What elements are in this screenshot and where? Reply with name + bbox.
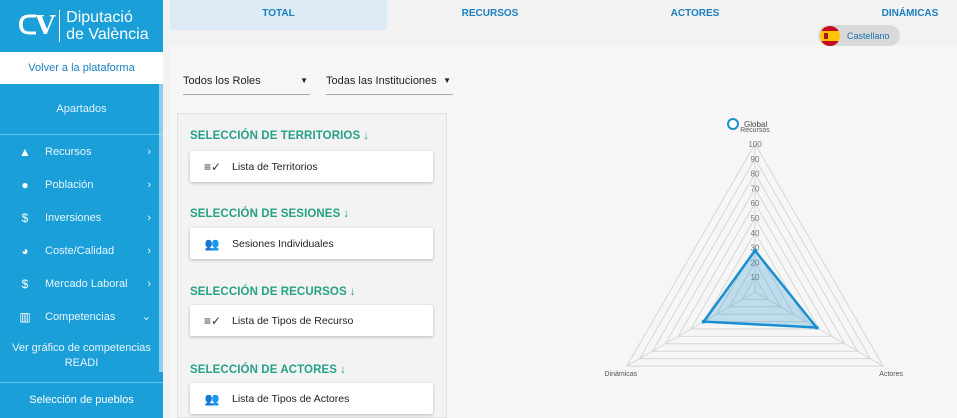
sidebar-item-mercado-laboral[interactable]: $ Mercado Laboral › xyxy=(0,267,163,300)
roles-select-value: Todos los Roles xyxy=(183,74,261,87)
axis-label: Recursos xyxy=(740,127,770,134)
chevron-icon: › xyxy=(147,244,151,257)
card-label: Sesiones Individuales xyxy=(232,237,334,250)
card-label: Lista de Tipos de Actores xyxy=(232,392,350,405)
card-label: Lista de Tipos de Recurso xyxy=(232,314,354,327)
arrow-down-icon: ↓ xyxy=(343,208,350,220)
tick-label: 100 xyxy=(748,140,762,149)
pie-chart-icon: ◕ xyxy=(21,243,29,258)
sidebar-item-label: Recursos xyxy=(45,145,92,158)
tab-total[interactable]: TOTAL xyxy=(170,0,387,30)
back-to-platform-button[interactable]: Volver a la plataforma xyxy=(0,52,163,84)
logo-line-2: de València xyxy=(66,26,149,43)
territories-list-button[interactable]: ≡✓ Lista de Territorios xyxy=(190,151,433,182)
people-outline-icon: 👥 xyxy=(204,236,220,251)
tick-label: 80 xyxy=(751,170,760,179)
arrow-down-icon: ↓ xyxy=(340,364,346,376)
dropdown-arrow-icon: ▼ xyxy=(443,76,451,85)
data-point xyxy=(701,319,706,324)
people-icon: 👥 xyxy=(204,391,220,406)
institutions-select[interactable]: Todas las Instituciones ▼ xyxy=(326,67,453,95)
sidebar-item-poblaci-n[interactable]: ● Población › xyxy=(0,168,163,201)
sidebar-item-label: Inversiones xyxy=(45,211,102,224)
data-point xyxy=(814,325,819,330)
tab-recursos[interactable]: RECURSOS xyxy=(430,0,550,30)
sidebar-item-recursos[interactable]: ▲ Recursos › xyxy=(0,135,163,168)
arrow-down-icon: ↓ xyxy=(363,130,370,142)
logo-mark: ᑕV xyxy=(18,11,55,41)
sidebar-item-competencias[interactable]: ▥ Competencias ⌄ xyxy=(0,300,163,333)
institutions-select-value: Todas las Instituciones xyxy=(326,74,437,87)
checklist-icon: ≡✓ xyxy=(204,313,222,328)
radar-chart: 102030405060708090100RecursosActoresDiná… xyxy=(604,127,903,378)
logo-separator xyxy=(59,10,61,42)
logo-name: Diputació de València xyxy=(66,9,148,43)
sidebar-item-label: Competencias xyxy=(45,310,116,323)
tab-actores[interactable]: ACTORES xyxy=(635,0,755,30)
sidebar-item-label: Coste/Calidad xyxy=(45,244,115,257)
dropdown-arrow-icon: ▼ xyxy=(300,76,308,85)
sidebar-item-label: Mercado Laboral xyxy=(45,277,128,290)
chevron-icon: › xyxy=(147,178,151,191)
person-icon: ● xyxy=(21,177,29,192)
individual-sessions-button[interactable]: 👥 Sesiones Individuales xyxy=(190,228,433,259)
selection-panel: SELECCIÓN DE TERRITORIOS ↓ ≡✓ Lista de Te… xyxy=(177,113,447,418)
sidebar-scrollbar[interactable] xyxy=(159,52,163,372)
resources-title[interactable]: SELECCIÓN DE RECURSOS ↓ xyxy=(190,286,356,298)
spain-flag-icon xyxy=(820,25,840,46)
sidebar-nav: ▲ Recursos › ● Población › $ Inversiones › ◕ Coste… xyxy=(0,135,163,333)
tick-label: 60 xyxy=(751,199,760,208)
sessions-title[interactable]: SELECCIÓN DE SESIONES ↓ xyxy=(190,208,349,220)
bar-chart-icon: ▥ xyxy=(19,309,31,324)
dollar-icon: $ xyxy=(21,276,29,291)
tick-label: 40 xyxy=(751,229,760,238)
select-towns-button[interactable]: Selección de pueblos xyxy=(0,382,163,416)
tick-label: 70 xyxy=(751,184,760,193)
sidebar-item-inversiones[interactable]: $ Inversiones › xyxy=(0,201,163,234)
sidebar-item-coste-calidad[interactable]: ◕ Coste/Calidad › xyxy=(0,234,163,267)
actor-types-button[interactable]: 👥 Lista de Tipos de Actores xyxy=(190,383,433,414)
sections-title: Apartados xyxy=(56,103,107,115)
language-selector[interactable]: Castellano xyxy=(818,25,900,46)
language-label: Castellano xyxy=(847,30,890,41)
chevron-icon: › xyxy=(147,277,151,290)
sidebar-item-label: Población xyxy=(45,178,94,191)
territories-title[interactable]: SELECCIÓN DE TERRITORIOS ↓ xyxy=(190,130,369,142)
mountain-icon: ▲ xyxy=(19,144,31,159)
sidebar: ᑕV Diputació de València Volver a la pla… xyxy=(0,0,163,418)
resource-types-button[interactable]: ≡✓ Lista de Tipos de Recurso xyxy=(190,305,433,336)
diputacio-logo[interactable]: ᑕV Diputació de València xyxy=(0,0,163,52)
chevron-icon: ⌄ xyxy=(141,311,151,323)
dollar-icon: $ xyxy=(21,210,29,225)
axis-label: Dinámicas xyxy=(604,371,637,378)
tick-label: 50 xyxy=(751,214,760,223)
axis-label: Actores xyxy=(879,371,903,378)
tick-label: 90 xyxy=(751,155,760,164)
data-point xyxy=(753,248,757,253)
checklist-icon: ≡✓ xyxy=(204,159,222,174)
logo-line-1: Diputació xyxy=(66,9,133,26)
chevron-icon: › xyxy=(147,145,151,158)
competencias-readi-link[interactable]: Ver gráfico de competencias READI xyxy=(0,333,163,375)
chevron-icon: › xyxy=(147,211,151,224)
actors-title[interactable]: SELECCIÓN DE ACTORES ↓ xyxy=(190,364,346,376)
roles-select[interactable]: Todos los Roles ▼ xyxy=(183,67,310,95)
arrow-down-icon: ↓ xyxy=(349,286,356,298)
card-label: Lista de Territorios xyxy=(232,160,318,173)
